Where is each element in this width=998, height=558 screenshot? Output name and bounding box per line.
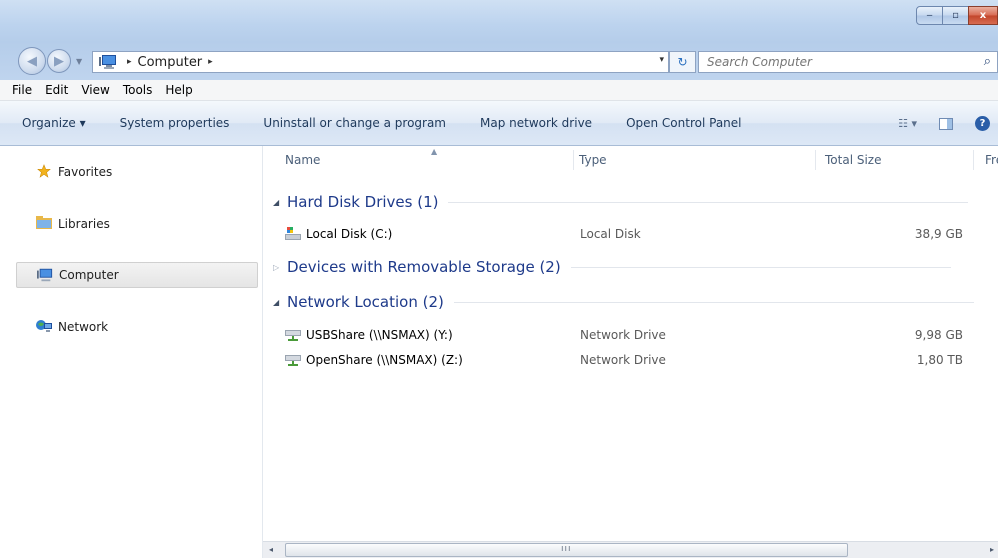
uninstall-program-button[interactable]: Uninstall or change a program: [263, 116, 446, 130]
libraries-icon: [36, 216, 52, 229]
recent-pages-dropdown[interactable]: ▼: [76, 57, 82, 66]
menu-edit[interactable]: Edit: [45, 83, 68, 97]
list-item[interactable]: USBShare (\\NSMAX) (Y:) Network Drive 9,…: [285, 325, 985, 345]
map-network-drive-button[interactable]: Map network drive: [480, 116, 592, 130]
menu-help[interactable]: Help: [165, 83, 192, 97]
back-button[interactable]: ◀: [18, 47, 46, 75]
item-name: USBShare (\\NSMAX) (Y:): [306, 328, 453, 342]
address-dropdown-icon[interactable]: ▾: [659, 55, 664, 65]
search-input[interactable]: [707, 55, 967, 69]
breadcrumb-separator[interactable]: ▸: [127, 57, 132, 67]
group-divider: [453, 301, 974, 303]
command-bar-right: ☷ ▾ ?: [898, 101, 998, 146]
column-header-type[interactable]: Type: [579, 146, 607, 174]
menu-bar: File Edit View Tools Help: [0, 80, 998, 101]
item-size: 1,80 TB: [916, 353, 963, 367]
breadcrumb-separator[interactable]: ▸: [208, 57, 213, 67]
group-title: Network Location (2): [287, 293, 444, 311]
menu-view[interactable]: View: [81, 83, 109, 97]
maximize-button[interactable]: ▫: [942, 6, 969, 25]
menu-file[interactable]: File: [12, 83, 32, 97]
group-title: Hard Disk Drives (1): [287, 193, 439, 211]
open-control-panel-button[interactable]: Open Control Panel: [626, 116, 741, 130]
sidebar-item-computer[interactable]: Computer: [16, 262, 258, 288]
breadcrumb-computer[interactable]: Computer: [138, 55, 203, 70]
sidebar-item-libraries[interactable]: Libraries: [16, 211, 258, 237]
group-divider: [570, 266, 951, 268]
command-bar: Organize ▾ System properties Uninstall o…: [0, 101, 998, 146]
item-type: Network Drive: [580, 353, 666, 367]
organize-button[interactable]: Organize ▾: [22, 116, 86, 130]
search-icon[interactable]: ⌕: [984, 54, 991, 69]
item-type: Local Disk: [580, 227, 641, 241]
column-divider[interactable]: [973, 150, 974, 170]
list-item[interactable]: Local Disk (C:) Local Disk 38,9 GB: [285, 224, 985, 244]
group-network-location[interactable]: ◢ Network Location (2): [273, 292, 974, 312]
group-hard-disk-drives[interactable]: ◢ Hard Disk Drives (1): [273, 192, 969, 212]
preview-pane-icon[interactable]: [939, 117, 953, 130]
computer-icon: [37, 268, 53, 282]
menu-tools[interactable]: Tools: [123, 83, 153, 97]
item-name: Local Disk (C:): [306, 227, 393, 241]
search-box[interactable]: ⌕: [698, 51, 998, 73]
sidebar-item-label: Libraries: [58, 217, 110, 231]
address-row: ◀ ▶ ▼ ▸ Computer ▸ ▾ ↻ ⌕: [0, 42, 998, 80]
minimize-button[interactable]: ‒: [916, 6, 943, 25]
group-removable-storage[interactable]: ▷ Devices with Removable Storage (2): [273, 257, 951, 277]
collapse-icon[interactable]: ◢: [273, 298, 287, 307]
computer-icon: [99, 55, 116, 69]
title-bar: ‒ ▫ x: [0, 0, 998, 42]
item-name: OpenShare (\\NSMAX) (Z:): [306, 353, 463, 367]
address-bar[interactable]: ▸ Computer ▸ ▾: [92, 51, 669, 73]
system-properties-button[interactable]: System properties: [120, 116, 230, 130]
scroll-left-icon[interactable]: ◂: [269, 545, 273, 554]
column-header-total-size[interactable]: Total Size: [825, 146, 881, 174]
network-icon: [36, 320, 52, 332]
forward-arrow-icon: ▶: [54, 53, 64, 69]
network-drive-icon: [285, 355, 301, 366]
item-type: Network Drive: [580, 328, 666, 342]
local-disk-icon: [285, 227, 301, 240]
sidebar-item-label: Computer: [59, 268, 119, 282]
forward-button[interactable]: ▶: [47, 49, 71, 73]
list-item[interactable]: OpenShare (\\NSMAX) (Z:) Network Drive 1…: [285, 350, 985, 370]
star-icon: [37, 164, 51, 178]
network-drive-icon: [285, 330, 301, 341]
back-arrow-icon: ◀: [27, 53, 37, 69]
item-size: 38,9 GB: [914, 227, 963, 241]
content-pane: Name ▲ Type Total Size Fre ◢ Hard Disk D…: [263, 146, 998, 558]
sidebar-item-label: Network: [58, 320, 109, 334]
scrollbar-thumb[interactable]: ııı: [285, 543, 848, 557]
refresh-button[interactable]: ↻: [669, 51, 696, 73]
sidebar-item-favorites[interactable]: Favorites: [16, 159, 258, 185]
sidebar-item-label: Favorites: [58, 165, 113, 179]
sort-ascending-icon: ▲: [431, 147, 438, 156]
column-divider[interactable]: [815, 150, 816, 170]
horizontal-scrollbar[interactable]: ◂ ııı ▸: [263, 541, 998, 558]
collapse-icon[interactable]: ◢: [273, 198, 287, 207]
close-button[interactable]: x: [968, 6, 998, 25]
change-view-button[interactable]: ☷ ▾: [898, 117, 917, 130]
column-header-name[interactable]: Name: [285, 146, 320, 174]
column-header-free-space[interactable]: Fre: [985, 146, 998, 174]
scroll-right-icon[interactable]: ▸: [990, 545, 994, 554]
column-divider[interactable]: [573, 150, 574, 170]
group-title: Devices with Removable Storage (2): [287, 258, 561, 276]
refresh-icon: ↻: [677, 55, 688, 69]
group-divider: [448, 201, 969, 203]
help-icon[interactable]: ?: [975, 116, 990, 131]
scrollbar-grip-icon: ııı: [561, 544, 572, 554]
navigation-pane: Favorites Libraries Computer Network: [0, 146, 263, 558]
expand-icon[interactable]: ▷: [273, 263, 287, 272]
item-size: 9,98 GB: [914, 328, 963, 342]
sidebar-item-network[interactable]: Network: [16, 314, 258, 340]
window-controls: ‒ ▫ x: [916, 6, 998, 25]
